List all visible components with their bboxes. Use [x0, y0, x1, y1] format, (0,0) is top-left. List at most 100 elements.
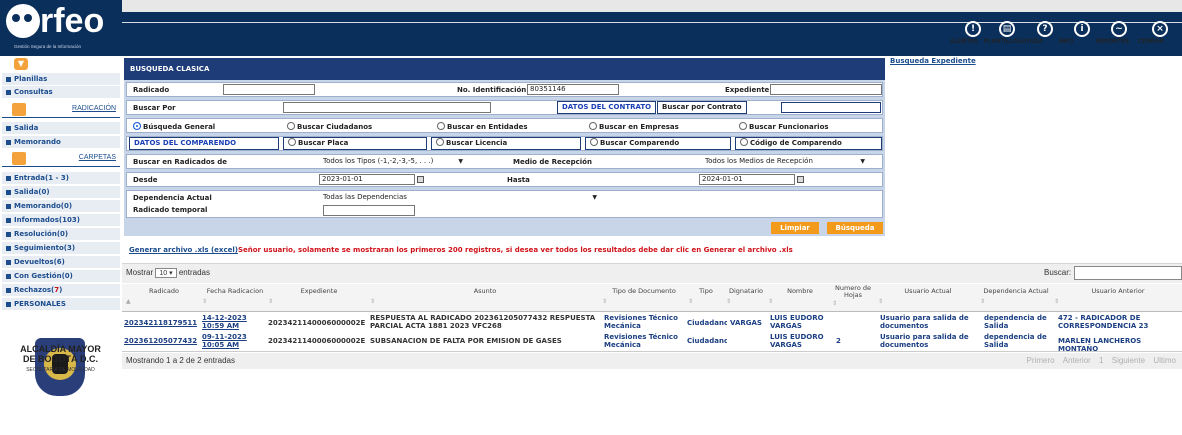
- generar-excel-link[interactable]: Generar archivo .xls (excel): [129, 246, 238, 254]
- pagination-prev[interactable]: Anterior: [1063, 356, 1091, 365]
- dependencia-select-value: Todas las Dependencias: [323, 193, 407, 201]
- cell-radicado[interactable]: 202342118179511: [124, 319, 204, 327]
- folder-entrada[interactable]: Entrada(1 - 3): [2, 172, 120, 185]
- buscar-por-input[interactable]: [283, 102, 491, 113]
- folder-resolucion[interactable]: Resolución(0): [2, 228, 120, 241]
- radio-codigo-comparendo[interactable]: Código de Comparendo: [735, 137, 882, 150]
- cell-fecha[interactable]: 14-12-2023 10:59 AM: [202, 314, 262, 330]
- carpetas-title: CARPETAS: [78, 154, 116, 161]
- sort-icon: ⇕: [768, 298, 774, 305]
- no-identificacion-input[interactable]: 80351146: [527, 84, 619, 95]
- hasta-date-input[interactable]: 2024-01-01: [699, 174, 795, 185]
- radio-buscar-ciudadanos[interactable]: Buscar Ciudadanos: [287, 122, 372, 131]
- col-radicado[interactable]: Radicado ▲: [126, 288, 202, 306]
- folder-rechazos[interactable]: Rechazos(7): [2, 284, 120, 297]
- table-search-input[interactable]: [1074, 266, 1182, 280]
- carpetas-header[interactable]: CARPETAS: [2, 151, 120, 167]
- excel-notice: Generar archivo .xls (excel)Señor usuari…: [129, 246, 793, 254]
- col-label: Tipo: [699, 287, 713, 295]
- medios-select[interactable]: Todos los Medios de Recepción ▼: [705, 156, 865, 167]
- radio-buscar-comparendo[interactable]: Buscar Comparendo: [585, 137, 731, 150]
- cell-fecha[interactable]: 09-11-2023 10:05 AM: [202, 333, 262, 349]
- cell-radicado[interactable]: 202361205077432: [124, 337, 204, 345]
- col-dependencia-actual[interactable]: Dependencia Actual ⇕: [980, 288, 1052, 306]
- buscar-por-contrato-tab[interactable]: Buscar por Contrato: [657, 101, 747, 114]
- radicacion-header[interactable]: RADICACIÓN: [2, 102, 120, 118]
- expediente-input[interactable]: [770, 84, 882, 95]
- folder-con-gestion[interactable]: Con Gestión(0): [2, 270, 120, 283]
- col-label: Nombre: [787, 287, 813, 295]
- radio-label: Buscar Licencia: [446, 139, 508, 147]
- busqueda-expediente-link[interactable]: Busqueda Expediente: [890, 57, 976, 65]
- radio-buscar-empresas[interactable]: Buscar en Empresas: [589, 122, 679, 131]
- pagination: Primero Anterior 1 Siguiente Ultimo: [1021, 356, 1176, 365]
- nav-label: PLANTILLAS: [984, 39, 1022, 45]
- busqueda-button[interactable]: Búsqueda: [827, 222, 883, 234]
- col-tipo-documento[interactable]: Tipo de Documento ⇕: [602, 287, 686, 306]
- radio-busqueda-general[interactable]: Búsqueda General: [133, 122, 215, 131]
- table-row[interactable]: 202342118179511 14-12-2023 10:59 AM 20234…: [122, 312, 1182, 332]
- radicado-input[interactable]: [223, 84, 315, 95]
- folder-devueltos[interactable]: Devueltos(6): [2, 256, 120, 269]
- col-usuario-anterior[interactable]: Usuario Anterior ⇕: [1054, 288, 1182, 306]
- col-hojas[interactable]: Numero de Hojas ⇕: [832, 285, 874, 308]
- radio-buscar-licencia[interactable]: Buscar Licencia: [431, 137, 581, 150]
- sidebar-item-planillas[interactable]: Planillas: [2, 73, 120, 86]
- pagination-next[interactable]: Siguiente: [1112, 356, 1145, 365]
- question-icon: ?: [1037, 21, 1053, 37]
- chevron-down-icon: ▼: [860, 158, 865, 165]
- no-identificacion-label: No. Identificación: [457, 86, 527, 94]
- chevron-down-icon[interactable]: ▼: [14, 58, 28, 70]
- folder-informados[interactable]: Informados(103): [2, 214, 120, 227]
- nav-label: REPORTES: [1096, 39, 1130, 45]
- col-tipo[interactable]: Tipo ⇕: [688, 287, 724, 306]
- col-label: Usuario Actual: [904, 287, 952, 295]
- nav-cerrar[interactable]: × CERRAR: [1138, 21, 1182, 45]
- col-label: Tipo de Documento: [612, 287, 676, 295]
- pagination-last[interactable]: Ultimo: [1153, 356, 1176, 365]
- col-dignatario[interactable]: Dignatario ⇕: [726, 288, 766, 306]
- sort-icon: ⇕: [726, 298, 732, 305]
- radio-label: Buscar Ciudadanos: [297, 123, 373, 131]
- calendar-icon[interactable]: [797, 176, 804, 183]
- desde-date-input[interactable]: 2023-01-01: [319, 174, 415, 185]
- header-top-strip: [122, 0, 1182, 12]
- sidebar-item-consultas[interactable]: Consultas: [2, 86, 120, 99]
- radio-buscar-entidades[interactable]: Buscar en Entidades: [437, 122, 528, 131]
- contrato-input[interactable]: [781, 102, 881, 113]
- page-size-select[interactable]: 10 ▾: [155, 268, 177, 278]
- folder-memorando[interactable]: Memorando(0): [2, 200, 120, 213]
- radicado-temporal-input[interactable]: [323, 205, 415, 216]
- table-row[interactable]: 202361205077432 09-11-2023 10:05 AM 20234…: [122, 332, 1182, 353]
- folder-personales[interactable]: PERSONALES: [2, 298, 120, 311]
- dependencia-select[interactable]: Todas las Dependencias ▼: [323, 192, 597, 203]
- nav-reportes[interactable]: ~ REPORTES: [1096, 21, 1142, 45]
- folder-seguimiento[interactable]: Seguimiento(3): [2, 242, 120, 255]
- radio-label: Buscar Funcionarios: [749, 123, 829, 131]
- col-expediente[interactable]: Expediente ⇕: [268, 288, 370, 306]
- app-header: rfeo Gestión Segura de la Información ! …: [0, 0, 1182, 56]
- orfeo-logo[interactable]: rfeo Gestión Segura de la Información: [6, 3, 122, 49]
- col-asunto[interactable]: Asunto ⇕: [370, 288, 600, 306]
- radio-buscar-placa[interactable]: Buscar Placa: [283, 137, 427, 150]
- col-nombre[interactable]: Nombre ⇕: [768, 287, 832, 306]
- folder-salida[interactable]: Salida(0): [2, 186, 120, 199]
- pagination-page[interactable]: 1: [1099, 356, 1103, 365]
- datos-contrato-tab[interactable]: DATOS DEL CONTRATO: [557, 101, 657, 114]
- radio-label: Buscar en Empresas: [599, 123, 679, 131]
- chevron-down-icon: ▾: [169, 270, 173, 277]
- cell-fecha-time: 10:05 AM: [202, 341, 240, 349]
- limpiar-button[interactable]: Limpiar: [771, 222, 819, 234]
- template-icon: ▤: [999, 21, 1015, 37]
- cell-dependencia-actual: dependencia de Salida: [984, 314, 1047, 330]
- sidebar-item-salida[interactable]: Salida: [2, 122, 120, 135]
- col-fecha[interactable]: Fecha Radicacion ⇕: [202, 288, 268, 306]
- pagination-first[interactable]: Primero: [1027, 356, 1055, 365]
- datos-comparendo-tab[interactable]: DATOS DEL COMPARENDO: [129, 137, 279, 150]
- calendar-icon[interactable]: [417, 176, 424, 183]
- sidebar-item-memorando[interactable]: Memorando: [2, 136, 120, 149]
- col-usuario-actual[interactable]: Usuario Actual ⇕: [878, 287, 978, 306]
- radicacion-title: RADICACIÓN: [72, 105, 116, 112]
- tipos-select[interactable]: Todos los Tipos (-1,-2,-3,-5, . . .) ▼: [323, 156, 463, 167]
- radio-buscar-funcionarios[interactable]: Buscar Funcionarios: [739, 122, 829, 131]
